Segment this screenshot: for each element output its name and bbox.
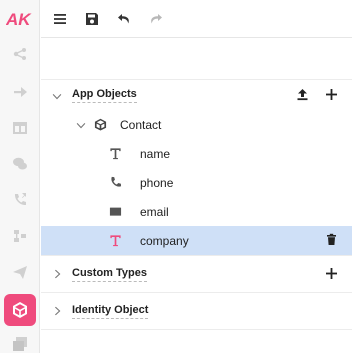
- menu-icon[interactable]: [51, 10, 69, 28]
- delete-field-button[interactable]: [325, 233, 338, 249]
- section-custom-types[interactable]: Custom Types: [41, 255, 352, 292]
- cube-icon: [93, 118, 107, 132]
- phone-icon: [108, 176, 122, 190]
- gallery-icon[interactable]: [10, 334, 30, 353]
- section-label: Identity Object: [72, 304, 149, 319]
- table-icon[interactable]: [10, 118, 30, 138]
- field-label: phone: [140, 175, 174, 190]
- add-object-button[interactable]: [325, 88, 338, 104]
- phone-forward-icon[interactable]: [10, 190, 30, 210]
- svg-text:AK: AK: [6, 10, 32, 29]
- undo-icon[interactable]: [115, 10, 133, 28]
- arrow-right-icon[interactable]: [10, 82, 30, 102]
- object-label: Contact: [120, 117, 162, 132]
- add-type-button[interactable]: [325, 267, 338, 283]
- app-logo: AK: [5, 9, 34, 29]
- section-label: Custom Types: [72, 267, 147, 282]
- editor-band: [41, 38, 352, 80]
- object-tree: App Objects Contact name phone email com…: [41, 81, 352, 330]
- field-label: name: [140, 146, 171, 161]
- section-app-objects[interactable]: App Objects: [41, 81, 352, 110]
- flow-icon[interactable]: [10, 44, 30, 64]
- field-item-name[interactable]: name: [41, 139, 352, 168]
- upload-icon[interactable]: [296, 88, 309, 104]
- toolbar: [41, 0, 352, 38]
- tree-bottom-divider: [41, 329, 352, 330]
- send-icon[interactable]: [10, 262, 30, 282]
- chevron-right-icon[interactable]: [51, 305, 63, 317]
- field-label: email: [140, 204, 169, 219]
- tree-item-contact[interactable]: Contact: [41, 110, 352, 139]
- text-type-icon: [108, 147, 122, 161]
- chevron-down-icon[interactable]: [51, 90, 63, 102]
- relations-icon[interactable]: [10, 226, 30, 246]
- envelope-icon: [108, 205, 122, 219]
- field-item-email[interactable]: email: [41, 197, 352, 226]
- field-item-company[interactable]: company: [41, 226, 352, 255]
- objects-icon[interactable]: [4, 294, 36, 326]
- section-identity-object[interactable]: Identity Object: [41, 292, 352, 329]
- chat-icon[interactable]: [10, 154, 30, 174]
- field-label: company: [140, 233, 189, 248]
- text-type-icon: [108, 234, 122, 248]
- chevron-right-icon[interactable]: [51, 268, 63, 280]
- redo-icon[interactable]: [147, 10, 165, 28]
- save-icon[interactable]: [83, 10, 101, 28]
- field-item-phone[interactable]: phone: [41, 168, 352, 197]
- chevron-down-icon[interactable]: [75, 119, 87, 131]
- left-rail: AK: [0, 0, 40, 353]
- section-label: App Objects: [72, 88, 137, 103]
